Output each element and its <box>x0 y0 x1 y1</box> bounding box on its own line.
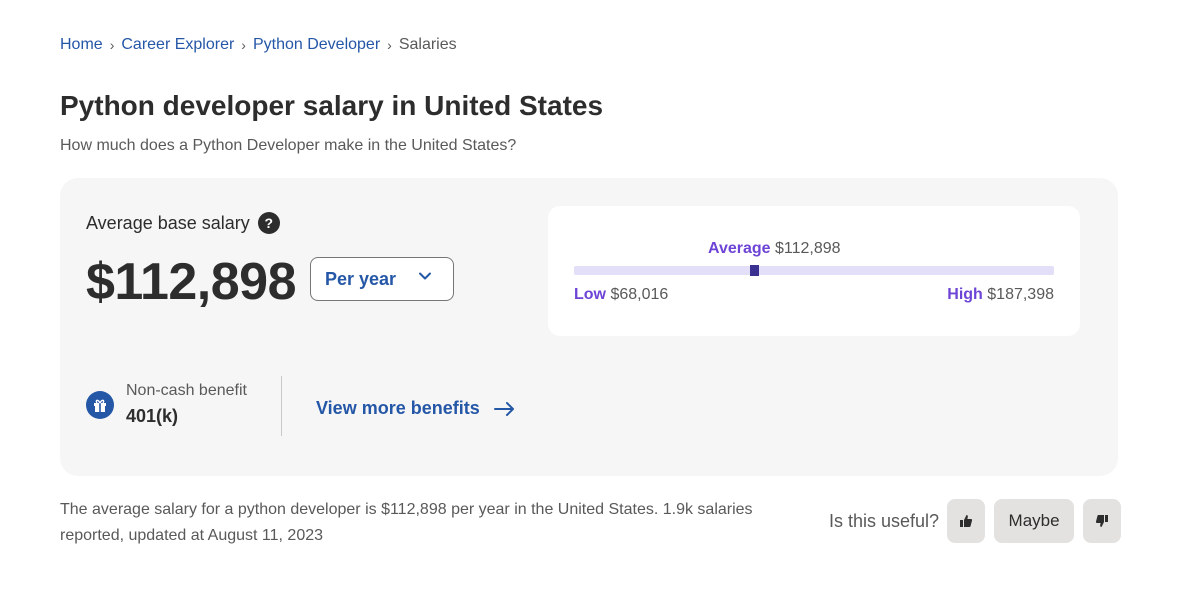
maybe-button[interactable]: Maybe <box>994 499 1075 543</box>
thumbs-up-icon <box>960 515 973 527</box>
breadcrumb-current: Salaries <box>398 36 457 53</box>
range-low-label: Low <box>574 286 606 303</box>
breadcrumb-home[interactable]: Home <box>60 36 103 54</box>
pay-period-selected: Per year <box>325 268 397 289</box>
gift-icon <box>86 390 114 419</box>
page-title: Python developer salary in United States <box>60 90 604 121</box>
range-average-label: Average <box>708 240 771 257</box>
view-more-benefits-link[interactable]: View more benefits <box>316 398 516 419</box>
breadcrumb-separator: › <box>109 37 115 53</box>
help-icon[interactable]: ? <box>257 212 280 234</box>
breadcrumb-python-developer[interactable]: Python Developer <box>253 36 380 54</box>
salary-footnote: The average salary for a python develope… <box>60 501 753 544</box>
range-average: Average $112,898 <box>708 240 841 258</box>
pay-period-dropdown[interactable]: Per year <box>310 257 454 301</box>
benefit-title: Non-cash benefit <box>126 382 247 399</box>
feedback-question: Is this useful? <box>829 510 940 531</box>
average-salary-label: Average base salary ? <box>86 212 280 234</box>
average-salary-label-text: Average base salary <box>86 212 250 233</box>
thumbs-down-button[interactable] <box>1083 499 1122 543</box>
range-low-value: $68,016 <box>610 286 669 303</box>
range-high-label: High <box>947 286 983 303</box>
range-average-value: $112,898 <box>775 240 841 257</box>
breadcrumb-separator: › <box>241 37 246 53</box>
benefit-value: 401(k) <box>126 406 179 426</box>
breadcrumb: Home › Career Explorer › Python Develope… <box>60 36 457 54</box>
arrow-right-icon <box>493 401 514 416</box>
range-high: High $187,398 <box>947 286 1054 304</box>
range-average-marker <box>750 265 759 276</box>
range-high-value: $187,398 <box>987 286 1054 303</box>
chevron-down-icon <box>419 272 431 280</box>
salary-amount: $112,898 <box>86 253 297 311</box>
thumbs-up-button[interactable] <box>947 499 986 543</box>
benefit-item: Non-cash benefit 401(k) <box>86 382 247 427</box>
view-more-benefits-label: View more benefits <box>316 398 480 418</box>
divider <box>281 376 282 436</box>
range-low: Low $68,016 <box>574 286 668 304</box>
range-track <box>574 265 1054 276</box>
salary-range-panel: Average $112,898 Low $68,016 High $187,3… <box>548 206 1080 336</box>
thumbs-down-icon <box>1095 515 1109 527</box>
feedback-bar: Is this useful? Maybe <box>829 499 1122 543</box>
salary-card: Average base salary ? $112,898 Per year … <box>60 178 1118 476</box>
benefit-text: Non-cash benefit 401(k) <box>126 382 247 427</box>
page-subtitle: How much does a Python Developer make in… <box>60 137 517 154</box>
breadcrumb-separator: › <box>387 37 392 53</box>
breadcrumb-career-explorer[interactable]: Career Explorer <box>121 36 234 54</box>
